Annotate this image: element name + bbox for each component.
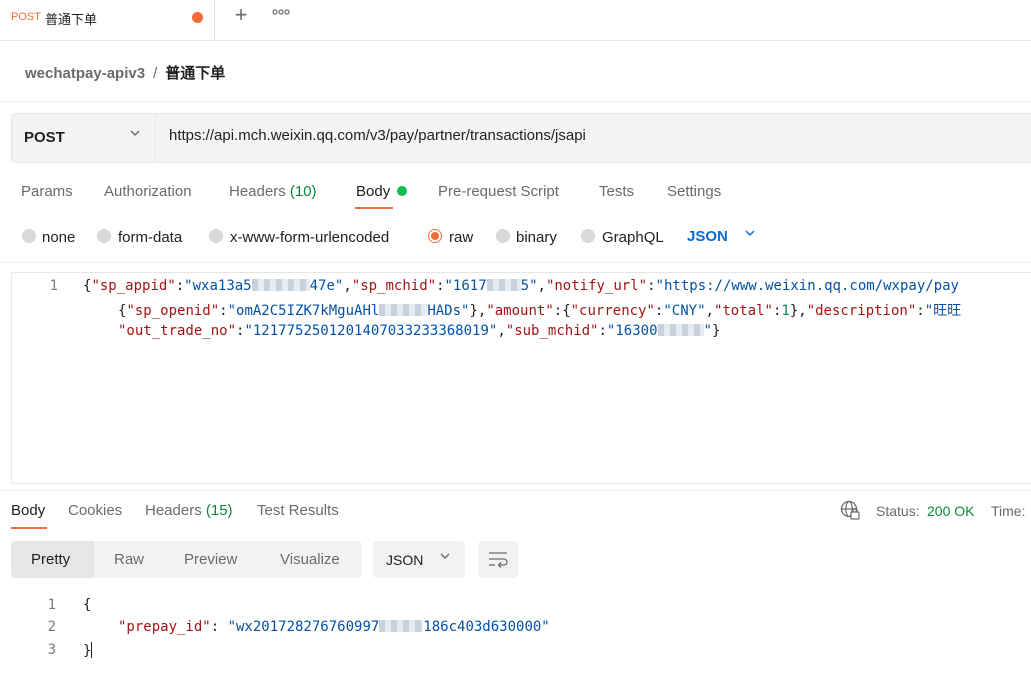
tab-authorization[interactable]: Authorization bbox=[104, 183, 192, 200]
redacted-blur bbox=[251, 279, 310, 291]
view-visualize-button[interactable]: Visualize bbox=[280, 551, 340, 568]
wrap-lines-button[interactable] bbox=[478, 541, 518, 578]
request-tab[interactable]: POST 普通下单 bbox=[0, 0, 215, 40]
view-pretty-label[interactable]: Pretty bbox=[31, 551, 70, 568]
active-tab-indicator bbox=[355, 207, 393, 209]
redacted-blur bbox=[379, 304, 428, 316]
wrap-lines-icon bbox=[489, 552, 508, 568]
view-preview-button[interactable]: Preview bbox=[184, 551, 237, 568]
response-format-select[interactable]: JSON bbox=[373, 541, 465, 578]
response-tab-headers-label: Headers bbox=[145, 502, 202, 519]
divider bbox=[0, 101, 1031, 102]
active-tab-indicator bbox=[11, 527, 47, 529]
tab-headers-count: (10) bbox=[289, 183, 317, 200]
response-format-label: JSON bbox=[386, 552, 424, 568]
new-tab-plus-icon[interactable]: + bbox=[226, 0, 256, 32]
chevron-down-icon[interactable] bbox=[744, 227, 756, 242]
code-line[interactable]: {"sp_openid":"omA2C5IZK7kMguAHl HADs"},"a… bbox=[118, 300, 961, 320]
response-tab-body[interactable]: Body bbox=[11, 502, 45, 519]
response-tab-cookies[interactable]: Cookies bbox=[68, 502, 122, 519]
response-line[interactable]: "prepay_id": "wx201728276760997 186c403d6… bbox=[118, 619, 550, 635]
response-tab-test-results[interactable]: Test Results bbox=[257, 502, 339, 519]
tab-settings[interactable]: Settings bbox=[667, 183, 721, 200]
tab-headers-label: Headers bbox=[229, 183, 286, 200]
breadcrumb-request[interactable]: 普通下单 bbox=[165, 65, 225, 82]
code-line[interactable]: "out_trade_no":"121775250120140703323336… bbox=[118, 323, 720, 339]
radio-graphql[interactable] bbox=[581, 229, 595, 243]
more-tabs-icon[interactable] bbox=[272, 4, 302, 26]
body-modified-dot-icon bbox=[397, 186, 407, 196]
radio-graphql-label[interactable]: GraphQL bbox=[602, 229, 664, 246]
text-cursor bbox=[91, 642, 93, 658]
status-label: Status: bbox=[876, 503, 920, 519]
chevron-down-icon bbox=[129, 127, 141, 142]
line-number: 2 bbox=[47, 619, 56, 635]
tab-params[interactable]: Params bbox=[21, 183, 73, 200]
breadcrumb-separator: / bbox=[153, 65, 158, 82]
line-number: 1 bbox=[47, 597, 56, 613]
divider bbox=[0, 262, 1031, 263]
radio-form-data-label[interactable]: form-data bbox=[118, 229, 182, 246]
radio-none-label[interactable]: none bbox=[42, 229, 75, 246]
tab-prerequest-script[interactable]: Pre-request Script bbox=[438, 183, 559, 200]
response-tab-headers-count: (15) bbox=[205, 502, 233, 519]
tab-tests[interactable]: Tests bbox=[599, 183, 634, 200]
view-raw-button[interactable]: Raw bbox=[114, 551, 144, 568]
request-tab-method: POST bbox=[11, 11, 41, 23]
radio-urlencoded-label[interactable]: x-www-form-urlencoded bbox=[230, 229, 389, 246]
globe-icon[interactable] bbox=[840, 500, 860, 520]
radio-none[interactable] bbox=[22, 229, 36, 243]
line-number: 1 bbox=[49, 278, 58, 294]
tab-headers[interactable]: Headers (10) bbox=[229, 183, 317, 200]
tab-body[interactable]: Body bbox=[356, 183, 390, 200]
response-tab-headers[interactable]: Headers (15) bbox=[145, 502, 233, 519]
body-format-select[interactable]: JSON bbox=[687, 228, 728, 245]
time-label: Time: bbox=[991, 503, 1026, 519]
code-line[interactable]: {"sp_appid":"wxa13a5 47e","sp_mchid":"161… bbox=[83, 278, 959, 294]
radio-raw[interactable] bbox=[428, 229, 442, 243]
request-tab-title: 普通下单 bbox=[45, 12, 98, 27]
breadcrumb-collection[interactable]: wechatpay-apiv3 bbox=[25, 65, 145, 82]
redacted-blur bbox=[379, 620, 424, 632]
divider bbox=[0, 490, 1031, 491]
method-label: POST bbox=[24, 129, 65, 146]
chevron-down-icon bbox=[439, 550, 451, 565]
response-line[interactable]: } bbox=[83, 642, 93, 659]
radio-urlencoded[interactable] bbox=[209, 229, 223, 243]
radio-raw-label[interactable]: raw bbox=[449, 229, 473, 246]
line-number: 3 bbox=[47, 642, 56, 658]
method-select[interactable]: POST bbox=[11, 113, 156, 163]
url-input[interactable] bbox=[169, 127, 1029, 144]
unsaved-dot-icon[interactable] bbox=[192, 12, 203, 23]
radio-form-data[interactable] bbox=[97, 229, 111, 243]
breadcrumb: wechatpay-apiv3 / 普通下单 bbox=[25, 62, 225, 83]
redacted-blur bbox=[486, 279, 521, 291]
radio-binary[interactable] bbox=[496, 229, 510, 243]
status-value[interactable]: 200 OK bbox=[927, 503, 974, 519]
redacted-blur bbox=[657, 324, 704, 336]
radio-binary-label[interactable]: binary bbox=[516, 229, 557, 246]
response-line[interactable]: { bbox=[83, 597, 91, 613]
